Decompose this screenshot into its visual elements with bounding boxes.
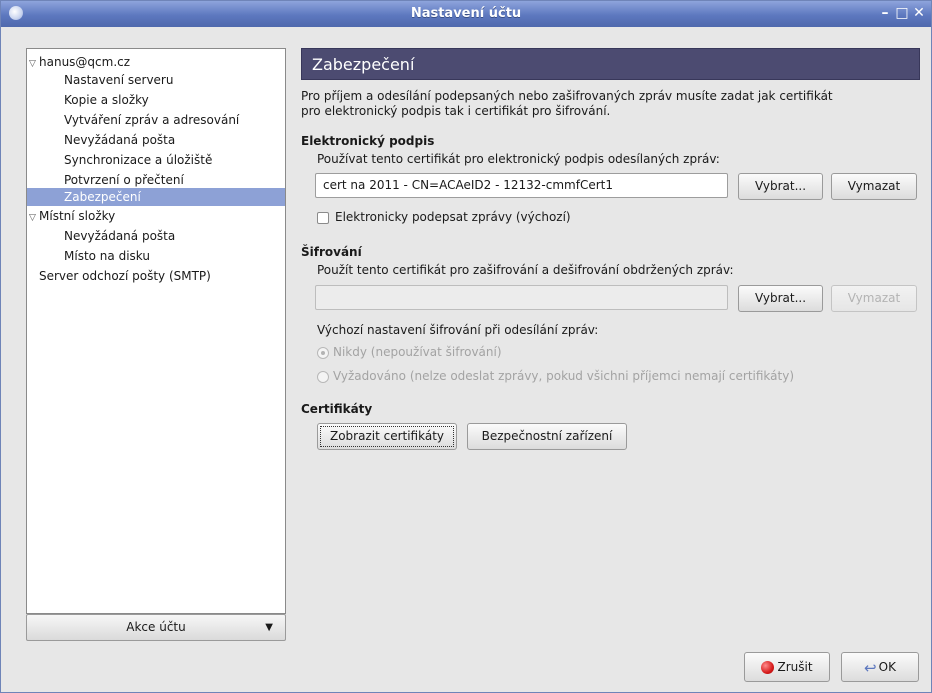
ok-label: OK: [878, 660, 896, 674]
encryption-select-button[interactable]: Vybrat...: [738, 285, 823, 312]
sign-messages-checkbox[interactable]: [317, 212, 329, 224]
account-tree[interactable]: ▽ hanus@qcm.cz Nastavení serveru Kopie a …: [26, 48, 286, 614]
radio-required-label[interactable]: Vyžadováno (nelze odeslat zprávy, pokud …: [333, 369, 794, 383]
sign-messages-label[interactable]: Elektronicky podepsat zprávy (výchozí): [335, 210, 571, 224]
expand-triangle-icon[interactable]: ▽: [29, 208, 39, 228]
encryption-heading: Šifrování: [301, 245, 362, 259]
tree-account[interactable]: ▽ hanus@qcm.cz: [27, 52, 285, 72]
tree-local-folders[interactable]: ▽ Místní složky: [27, 206, 285, 226]
tree-item-security[interactable]: Zabezpečení: [27, 188, 285, 206]
intro-text-line1: Pro příjem a odesílání podepsaných nebo …: [301, 89, 833, 103]
encryption-default-label: Výchozí nastavení šifrování při odesílán…: [317, 323, 599, 337]
encryption-certificate-field[interactable]: [315, 285, 728, 310]
security-devices-button[interactable]: Bezpečnostní zařízení: [467, 423, 627, 450]
tree-local-folders-label: Místní složky: [39, 209, 116, 223]
tree-item-return-receipts[interactable]: Potvrzení o přečtení: [27, 170, 285, 190]
account-actions-label: Akce účtu: [126, 620, 186, 634]
account-actions-button[interactable]: Akce účtu ▼: [26, 614, 286, 641]
tree-item-disk-space[interactable]: Místo na disku: [27, 246, 285, 266]
radio-never-label[interactable]: Nikdy (nepoužívat šifrování): [333, 345, 502, 359]
radio-required-encrypt[interactable]: [317, 371, 329, 383]
tree-item-junk[interactable]: Nevyžádaná pošta: [27, 130, 285, 150]
maximize-icon[interactable]: □: [894, 5, 910, 21]
dropdown-arrow-icon: ▼: [265, 622, 273, 633]
radio-never-encrypt[interactable]: [317, 347, 329, 359]
encryption-label: Použít tento certifikát pro zašifrování …: [317, 263, 734, 277]
ok-arrow-icon: ↩: [864, 658, 877, 677]
signing-clear-button[interactable]: Vymazat: [831, 173, 917, 200]
account-settings-window: Nastavení účtu – □ ✕ ▽ hanus@qcm.cz Nasta…: [0, 0, 932, 693]
minimize-icon[interactable]: –: [877, 5, 893, 21]
cancel-icon: [761, 661, 775, 674]
intro-text-line2: pro elektronický podpis tak i certifikát…: [301, 104, 611, 118]
tree-item-sync-storage[interactable]: Synchronizace a úložiště: [27, 150, 285, 170]
signing-label: Používat tento certifikát pro elektronic…: [317, 152, 720, 166]
tree-account-label: hanus@qcm.cz: [39, 55, 131, 69]
encryption-clear-button[interactable]: Vymazat: [831, 285, 917, 312]
window-title: Nastavení účtu: [410, 6, 522, 21]
cancel-label: Zrušit: [777, 660, 813, 674]
tree-item-composition[interactable]: Vytváření zpráv a adresování: [27, 110, 285, 130]
title-bar[interactable]: Nastavení účtu – □ ✕: [1, 1, 931, 27]
signing-heading: Elektronický podpis: [301, 134, 435, 148]
view-certificates-button[interactable]: Zobrazit certifikáty: [317, 423, 457, 450]
cancel-button[interactable]: Zrušit: [744, 652, 830, 682]
ok-button[interactable]: ↩ OK: [841, 652, 919, 682]
tree-item-copies-folders[interactable]: Kopie a složky: [27, 90, 285, 110]
page-title: Zabezpečení: [301, 48, 920, 80]
tree-item-server-settings[interactable]: Nastavení serveru: [27, 70, 285, 90]
signing-certificate-field[interactable]: cert na 2011 - CN=ACAeID2 - 12132-cmmfCe…: [315, 173, 728, 198]
signing-select-button[interactable]: Vybrat...: [738, 173, 823, 200]
close-icon[interactable]: ✕: [911, 5, 927, 21]
tree-item-smtp[interactable]: Server odchozí pošty (SMTP): [27, 266, 285, 286]
tree-item-local-junk[interactable]: Nevyžádaná pošta: [27, 226, 285, 246]
certificates-heading: Certifikáty: [301, 402, 373, 416]
